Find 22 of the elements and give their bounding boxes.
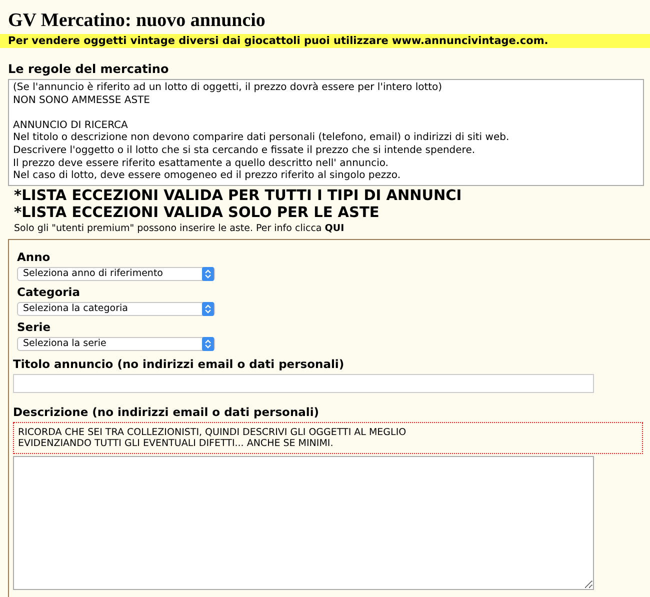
description-textarea[interactable]	[13, 456, 594, 590]
exceptions-link[interactable]: *LISTA ECCEZIONI VALIDA SOLO PER LE ASTE	[14, 204, 650, 222]
field-label: Titolo annuncio (no indirizzi email o dati personali)	[13, 356, 346, 371]
field-label: Anno	[17, 250, 52, 264]
rules-heading: Le regole del mercatino	[8, 62, 170, 76]
rules-textarea[interactable]: (Se l'annuncio è riferito ad un lotto di oggetti, il prezzo dovrà essere per l'intero lotto) NON SONO AMMESSE ASTE ANNUNCIO DI RICERCA Nel titolo o descrizione non devono comparire dati personali (telefono, email) o indirizzi di siti web. Descrivere l'oggetto o il lotto che si sta cercando e fissate il prezzo che si intende spendere. Il prezzo deve essere riferito esattamente a quello descritto nell' annuncio. Nel caso di lotto, deve essere omogeneo ed il prezzo riferito al singolo pezzo.	[8, 79, 644, 186]
stepper-icon	[202, 336, 214, 351]
info-link[interactable]: QUI	[324, 222, 344, 234]
dropdown[interactable]: Seleziona la serie	[17, 336, 215, 351]
premium-note: Solo gli "utenti premium" possono inserire le aste. Per info clicca QUI	[14, 222, 346, 234]
hint-box: RICORDA CHE SEI TRA COLLEZIONISTI, QUINDI DESCRIVI GLI OGGETTI AL MEGLIO EVIDENZIANDO TUTTI GLI EVENTUALI DIFETTI... ANCHE SE MINIMI.	[13, 422, 643, 454]
field-label: Serie	[17, 320, 52, 334]
field-label: Categoria	[17, 284, 82, 299]
field-label: Descrizione (no indirizzi email o dati personali)	[13, 404, 320, 419]
notice-banner: Per vendere oggetti vintage diversi dai giocattoli puoi utilizzare www.annuncivintage.com.	[0, 34, 650, 48]
title-input[interactable]	[13, 374, 594, 393]
stepper-icon	[202, 302, 214, 316]
exceptions-link[interactable]: *LISTA ECCEZIONI VALIDA PER TUTTI I TIPI DI ANNUNCI	[14, 188, 650, 205]
stepper-icon	[202, 266, 214, 281]
page-title: GV Mercatino: nuovo annuncio	[7, 9, 266, 32]
dropdown[interactable]: Seleziona la categoria	[17, 302, 215, 316]
dropdown[interactable]: Seleziona anno di riferimento	[17, 266, 215, 281]
